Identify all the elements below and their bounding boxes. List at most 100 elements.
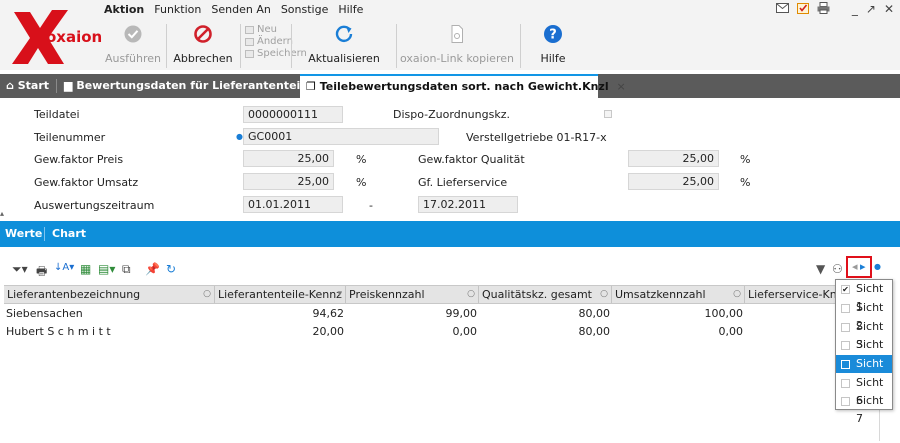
binoculars-icon[interactable]: ⚇: [832, 262, 843, 276]
grid-header: Lieferantenbezeichnung ○ Lieferantenteile…: [4, 285, 840, 304]
teilenummer-field[interactable]: GC0001: [243, 128, 439, 145]
link-icon: [451, 25, 463, 43]
checkbox: [841, 379, 850, 388]
filter-icon[interactable]: ⏷▾: [12, 262, 28, 276]
table-row[interactable]: Siebensachen 94,62 99,00 80,00 100,00: [4, 306, 840, 324]
tasks-icon[interactable]: [796, 2, 809, 17]
view-option-5[interactable]: Sicht 5: [836, 355, 892, 388]
menu-hilfe[interactable]: Hilfe: [338, 3, 363, 16]
close-tab-icon[interactable]: ×: [616, 80, 625, 93]
cell-kennz: 94,62: [312, 307, 345, 320]
new-icon: [245, 26, 254, 34]
menu-sonstige[interactable]: Sonstige: [281, 3, 329, 16]
table-row[interactable]: Hubert S c h m i t t 20,00 0,00 80,00 0,…: [4, 324, 840, 342]
lieferservice-unit: %: [740, 176, 751, 189]
values-grid: Lieferantenbezeichnung ○ Lieferantenteile…: [4, 285, 840, 443]
column-menu-icon[interactable]: ○: [203, 286, 211, 303]
run-button[interactable]: Ausführen: [104, 22, 162, 68]
zeitraum-to-field[interactable]: 17.02.2011: [418, 196, 518, 213]
qualitaet-field[interactable]: 25,00: [628, 150, 719, 167]
view-option-4[interactable]: Sicht 4: [836, 336, 892, 369]
maximize-icon[interactable]: ↗: [866, 2, 876, 17]
tab-werte[interactable]: Werte: [5, 227, 42, 240]
sort-icon[interactable]: ↓A▾: [54, 262, 74, 276]
sort-desc-icon[interactable]: ▾: [337, 286, 342, 303]
view-option-7[interactable]: Sicht 7: [836, 392, 892, 425]
view-option-2[interactable]: Sicht 2: [836, 299, 892, 332]
copy-link-button[interactable]: oxaion-Link kopieren: [398, 22, 516, 68]
funnel-icon[interactable]: ▼: [816, 262, 825, 276]
teildatei-field[interactable]: 0000000111: [243, 106, 343, 123]
column-menu-icon[interactable]: ○: [467, 286, 475, 303]
lieferservice-label: Gf. Lieferservice: [418, 176, 508, 189]
prev-view-icon[interactable]: ◂: [852, 260, 858, 273]
cell-preis: 0,00: [452, 325, 478, 338]
zeitraum-dash: -: [369, 199, 373, 212]
help-icon: ?: [544, 25, 562, 43]
menu-funktion[interactable]: Funktion: [154, 3, 201, 16]
mail-icon[interactable]: [775, 2, 789, 17]
cell-preis: 99,00: [445, 307, 478, 320]
cell-umsatz: 0,00: [718, 325, 744, 338]
col-header-lieferant[interactable]: Lieferantenbezeichnung ○: [4, 286, 215, 303]
tab-teilebewertungsdaten[interactable]: ❐ Teilebewertungsdaten sort. nach Gewich…: [300, 74, 626, 98]
preis-label: Gew.faktor Preis: [34, 153, 124, 166]
lookup-dot-icon[interactable]: ●: [236, 132, 243, 141]
refresh-grid-icon[interactable]: ↻: [166, 262, 176, 276]
zeitraum-label: Auswertungszeitraum: [34, 199, 155, 212]
view-option-3[interactable]: Sicht 3: [836, 318, 892, 351]
edit-icon: [245, 38, 254, 46]
checkbox: ✔: [841, 285, 850, 294]
help-button[interactable]: ? Hilfe: [528, 22, 578, 68]
copy-icon[interactable]: ⧉: [122, 262, 131, 276]
column-menu-icon[interactable]: ○: [733, 286, 741, 303]
print-grid-icon[interactable]: 🖶: [36, 262, 47, 278]
window-controls: _ ↗ ✕: [775, 2, 894, 17]
qualitaet-unit: %: [740, 153, 751, 166]
preis-unit: %: [356, 153, 367, 166]
columns-icon[interactable]: ▤▾: [98, 262, 115, 276]
brand-name: oxaion: [46, 28, 103, 46]
window-icon: ▆: [64, 79, 73, 92]
tab-chart[interactable]: Chart: [52, 227, 86, 240]
next-view-icon[interactable]: ▸: [860, 260, 866, 273]
preis-field[interactable]: 25,00: [243, 150, 334, 167]
zeitraum-from-field[interactable]: 01.01.2011: [243, 196, 343, 213]
menu-aktion[interactable]: Aktion: [104, 3, 144, 16]
view-option-6[interactable]: Sicht 6: [836, 374, 892, 407]
view-option-1[interactable]: ✔ Sicht 1: [836, 280, 892, 313]
col-header-kennz[interactable]: Lieferantenteile-Kennz ▾: [215, 286, 346, 303]
view-switcher[interactable]: ◂ ▸: [846, 256, 872, 278]
tab-start[interactable]: ⌂ Start: [0, 74, 56, 98]
umsatz-unit: %: [356, 176, 367, 189]
pin-icon[interactable]: 📌: [145, 262, 160, 276]
col-header-qualitaet[interactable]: Qualitätskz. gesamt ○: [479, 286, 612, 303]
cell-kennz: 20,00: [312, 325, 345, 338]
teilenummer-label: Teilenummer: [34, 131, 106, 144]
detail-form: Teildatei 0000000111 Dispo-Zuordnungskz.…: [0, 99, 900, 219]
export-icon[interactable]: ▦: [80, 262, 91, 276]
umsatz-field[interactable]: 25,00: [243, 173, 334, 190]
tab-bewertungsdaten[interactable]: ▆ Bewertungsdaten für Lieferantenteile ×: [58, 74, 329, 98]
subtab-bar: Werte Chart: [0, 221, 900, 247]
dispo-label: Dispo-Zuordnungskz.: [393, 108, 510, 121]
run-icon: [124, 25, 142, 43]
col-header-preis[interactable]: Preiskennzahl ○: [346, 286, 479, 303]
print-icon[interactable]: [817, 2, 830, 17]
tab-bar: ⌂ Start ▆ Bewertungsdaten für Lieferante…: [0, 74, 900, 98]
checkbox: [841, 397, 850, 406]
minimize-icon[interactable]: _: [852, 2, 858, 17]
menu-senden-an[interactable]: Senden An: [211, 3, 270, 16]
col-header-lieferservice[interactable]: Lieferservice-Knz: [745, 286, 840, 303]
close-window-icon[interactable]: ✕: [884, 2, 894, 17]
svg-text:?: ?: [549, 28, 557, 43]
col-header-umsatz[interactable]: Umsatzkennzahl ○: [612, 286, 745, 303]
dispo-checkbox[interactable]: [604, 110, 612, 118]
column-menu-icon[interactable]: ○: [600, 286, 608, 303]
subtab-separator: [44, 227, 45, 241]
cancel-button[interactable]: Abbrechen: [170, 22, 236, 68]
lieferservice-field[interactable]: 25,00: [628, 173, 719, 190]
toolbar-separator: [291, 24, 292, 68]
collapse-icon[interactable]: ▴: [0, 209, 4, 218]
refresh-button[interactable]: Aktualisieren: [294, 22, 394, 68]
